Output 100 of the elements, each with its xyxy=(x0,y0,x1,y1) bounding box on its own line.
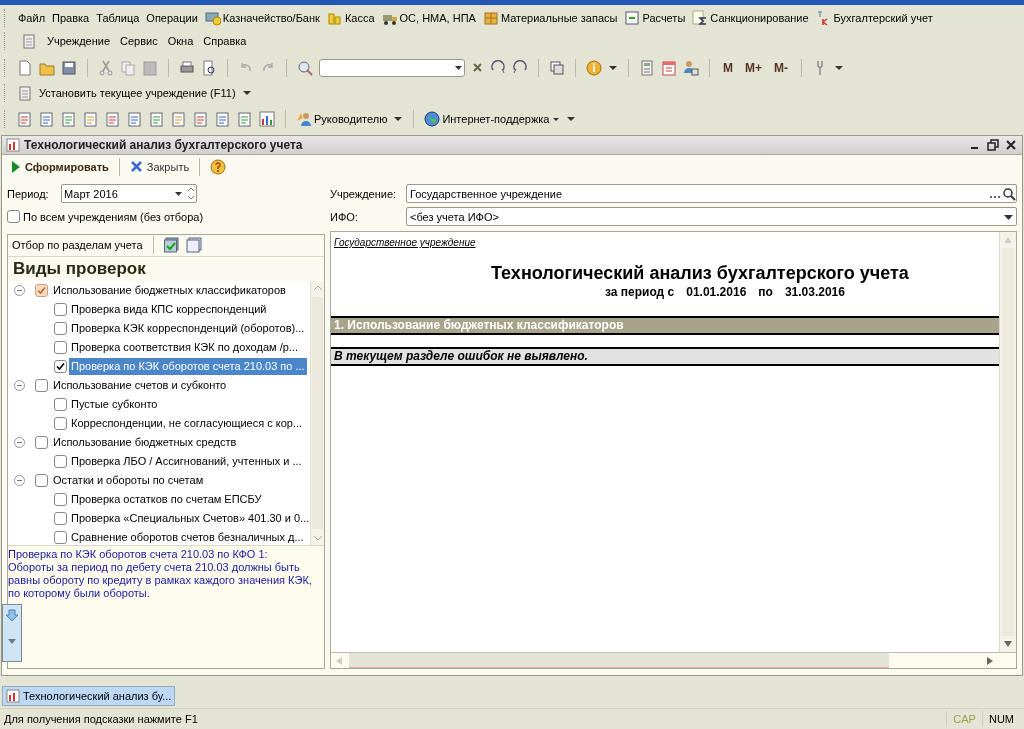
paste-icon[interactable] xyxy=(142,59,158,76)
action-button[interactable]: Сформировать xyxy=(25,158,109,176)
clear-icon[interactable] xyxy=(471,61,484,74)
scissors-icon[interactable] xyxy=(98,59,114,76)
tree-item[interactable]: Использование бюджетных средств xyxy=(51,434,239,451)
search-field[interactable] xyxy=(319,58,465,77)
tree-item[interactable]: Проверка КЭК корреспонденций (оборотов)... xyxy=(69,319,307,337)
checkbox[interactable] xyxy=(54,359,67,373)
tree-item[interactable]: Проверка по КЭК оборотов счета 210.03 по ... xyxy=(69,357,307,375)
tree-item[interactable]: Использование бюджетных классификаторов xyxy=(51,282,288,299)
uncheck-all-icon[interactable] xyxy=(185,237,202,254)
checkbox[interactable] xyxy=(54,302,67,316)
action-button[interactable]: Закрыть xyxy=(146,158,190,176)
menu-item[interactable]: Казначейство/Банк xyxy=(222,10,320,27)
tree-item[interactable]: Сравнение оборотов счетов безналичных д... xyxy=(69,528,306,545)
play-icon[interactable] xyxy=(10,159,21,174)
tree-item[interactable]: Проверка ЛБО / Ассигнований, учтенных и ... xyxy=(69,452,304,470)
checkbox-label[interactable]: По всем учреждениям (без отбора) xyxy=(23,208,204,226)
check-all-icon[interactable] xyxy=(163,237,180,254)
help-icon[interactable] xyxy=(210,158,227,175)
report-icon[interactable] xyxy=(237,111,253,128)
report-icon[interactable] xyxy=(127,111,143,128)
checkbox[interactable] xyxy=(54,511,67,525)
close-icon[interactable] xyxy=(1004,137,1018,152)
menu-item[interactable]: Санкционирование xyxy=(710,10,809,27)
memory-button[interactable]: M xyxy=(720,58,736,77)
calculator-icon[interactable] xyxy=(639,59,655,76)
checkbox[interactable] xyxy=(54,340,67,354)
menu-item[interactable]: Расчеты xyxy=(642,10,686,27)
checkbox[interactable] xyxy=(35,435,48,449)
tree-item[interactable]: Проверка соответствия КЭК по доходам /р... xyxy=(69,338,300,356)
manager-icon[interactable] xyxy=(296,111,312,128)
info-icon[interactable] xyxy=(586,59,602,76)
report-icon[interactable] xyxy=(105,111,121,128)
menu-item[interactable]: Файл xyxy=(18,10,46,27)
toolbar-button[interactable]: Руководителю xyxy=(314,110,388,128)
menu-item[interactable]: Справка xyxy=(203,32,247,50)
period-field[interactable]: Март 2016 xyxy=(61,184,197,204)
scrollbar[interactable] xyxy=(310,280,324,545)
report-icon[interactable] xyxy=(193,111,209,128)
menu-item[interactable]: Операции xyxy=(146,10,198,27)
dropdown-arrow-icon[interactable] xyxy=(551,115,560,124)
menu-item[interactable]: Сервис xyxy=(120,32,158,50)
menu-item[interactable]: Правка xyxy=(52,10,90,27)
down-arrow-icon[interactable] xyxy=(5,608,19,623)
horizontal-scrollbar[interactable] xyxy=(331,652,1016,669)
menu-item[interactable]: Материальные запасы xyxy=(500,10,618,27)
checkbox[interactable] xyxy=(54,454,67,468)
checkbox[interactable] xyxy=(35,378,48,392)
checkbox[interactable] xyxy=(7,210,20,224)
restore-icon[interactable] xyxy=(986,137,1000,152)
preview-icon[interactable] xyxy=(201,59,217,76)
toolbar-button[interactable]: Установить текущее учреждение (F11) xyxy=(39,85,236,102)
save-icon[interactable] xyxy=(61,59,77,76)
report-icon[interactable] xyxy=(171,111,187,128)
tree-item[interactable]: Проверка остатков по счетам ЕПСБУ xyxy=(69,490,264,508)
memory-button[interactable]: M- xyxy=(771,58,791,77)
checkbox[interactable] xyxy=(54,416,67,430)
clipboard-icon[interactable] xyxy=(21,33,37,50)
report-icon[interactable] xyxy=(17,111,33,128)
menu-item[interactable]: Учреждение xyxy=(47,32,111,50)
tree-item[interactable]: Использование счетов и субконто xyxy=(51,377,229,394)
report-icon[interactable] xyxy=(149,111,165,128)
ifo-field[interactable]: <без учета ИФО> xyxy=(406,207,1017,227)
vertical-scrollbar[interactable] xyxy=(999,231,1016,653)
calendar-icon[interactable] xyxy=(661,59,677,76)
bank-card-icon[interactable] xyxy=(204,10,221,27)
tree-item[interactable]: Проверка вида КПС корреспонденций xyxy=(69,300,269,318)
find-next-icon[interactable] xyxy=(490,59,506,76)
menu-item[interactable]: Бухгалтерский учет xyxy=(833,10,933,27)
checkbox[interactable] xyxy=(54,530,67,544)
memory-button[interactable]: M+ xyxy=(742,58,765,77)
tree-item[interactable]: Пустые субконто xyxy=(69,395,160,413)
coins-icon[interactable] xyxy=(326,10,343,27)
checkbox[interactable] xyxy=(35,283,48,297)
toolbar-button[interactable]: Интернет-поддержка xyxy=(442,110,550,128)
chart-icon[interactable] xyxy=(259,111,275,128)
report-icon[interactable] xyxy=(83,111,99,128)
checkbox[interactable] xyxy=(54,492,67,506)
document-icon[interactable] xyxy=(17,59,33,76)
menu-item[interactable]: Окна xyxy=(167,32,194,50)
clipboard-icon[interactable] xyxy=(17,85,33,102)
printer-icon[interactable] xyxy=(179,59,195,76)
menu-item[interactable]: Таблица xyxy=(96,10,140,27)
side-panel[interactable] xyxy=(2,603,22,662)
find-previous-icon[interactable] xyxy=(512,59,528,76)
checkbox[interactable] xyxy=(54,397,67,411)
menu-item[interactable]: ОС, НМА, НПА xyxy=(399,10,476,27)
institution-field[interactable]: Государственное учреждение xyxy=(406,184,1017,204)
report-icon[interactable] xyxy=(39,111,55,128)
taskbar-tab[interactable]: Технологический анализ бу... xyxy=(2,686,176,707)
sum-document-icon[interactable] xyxy=(692,10,709,27)
globe-icon[interactable] xyxy=(424,111,441,128)
checkbox[interactable] xyxy=(35,473,48,487)
tree-item[interactable]: Корреспонденции, не согласующиеся с кор... xyxy=(69,414,305,432)
menu-item[interactable]: Касса xyxy=(344,10,375,27)
search-icon[interactable] xyxy=(1002,186,1016,201)
tree-item[interactable]: Проверка «Специальных Счетов» 401.30 и 0... xyxy=(69,509,310,527)
report-icon[interactable] xyxy=(61,111,77,128)
boxes-icon[interactable] xyxy=(482,10,499,27)
